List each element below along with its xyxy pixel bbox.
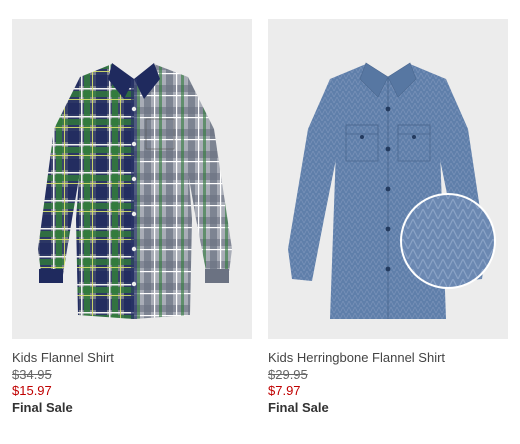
- product-image-link[interactable]: [12, 19, 252, 339]
- product-image-link[interactable]: [268, 19, 508, 339]
- product-grid: Kids Flannel Shirt $34.95 $15.97 Final S…: [0, 0, 520, 444]
- product-name[interactable]: Kids Flannel Shirt: [12, 350, 252, 366]
- product-card: Kids Herringbone Flannel Shirt $29.95 $7…: [268, 19, 508, 417]
- product-name[interactable]: Kids Herringbone Flannel Shirt: [268, 350, 508, 366]
- original-price: $34.95: [12, 367, 52, 382]
- herringbone-shirt-image: [288, 62, 496, 319]
- sale-price: $7.97: [268, 383, 301, 398]
- plaid-shirt-image: [38, 63, 232, 319]
- sale-price: $15.97: [12, 383, 52, 398]
- final-sale-label: Final Sale: [268, 400, 329, 415]
- original-price: $29.95: [268, 367, 308, 382]
- product-card: Kids Flannel Shirt $34.95 $15.97 Final S…: [12, 19, 252, 417]
- final-sale-label: Final Sale: [12, 400, 73, 415]
